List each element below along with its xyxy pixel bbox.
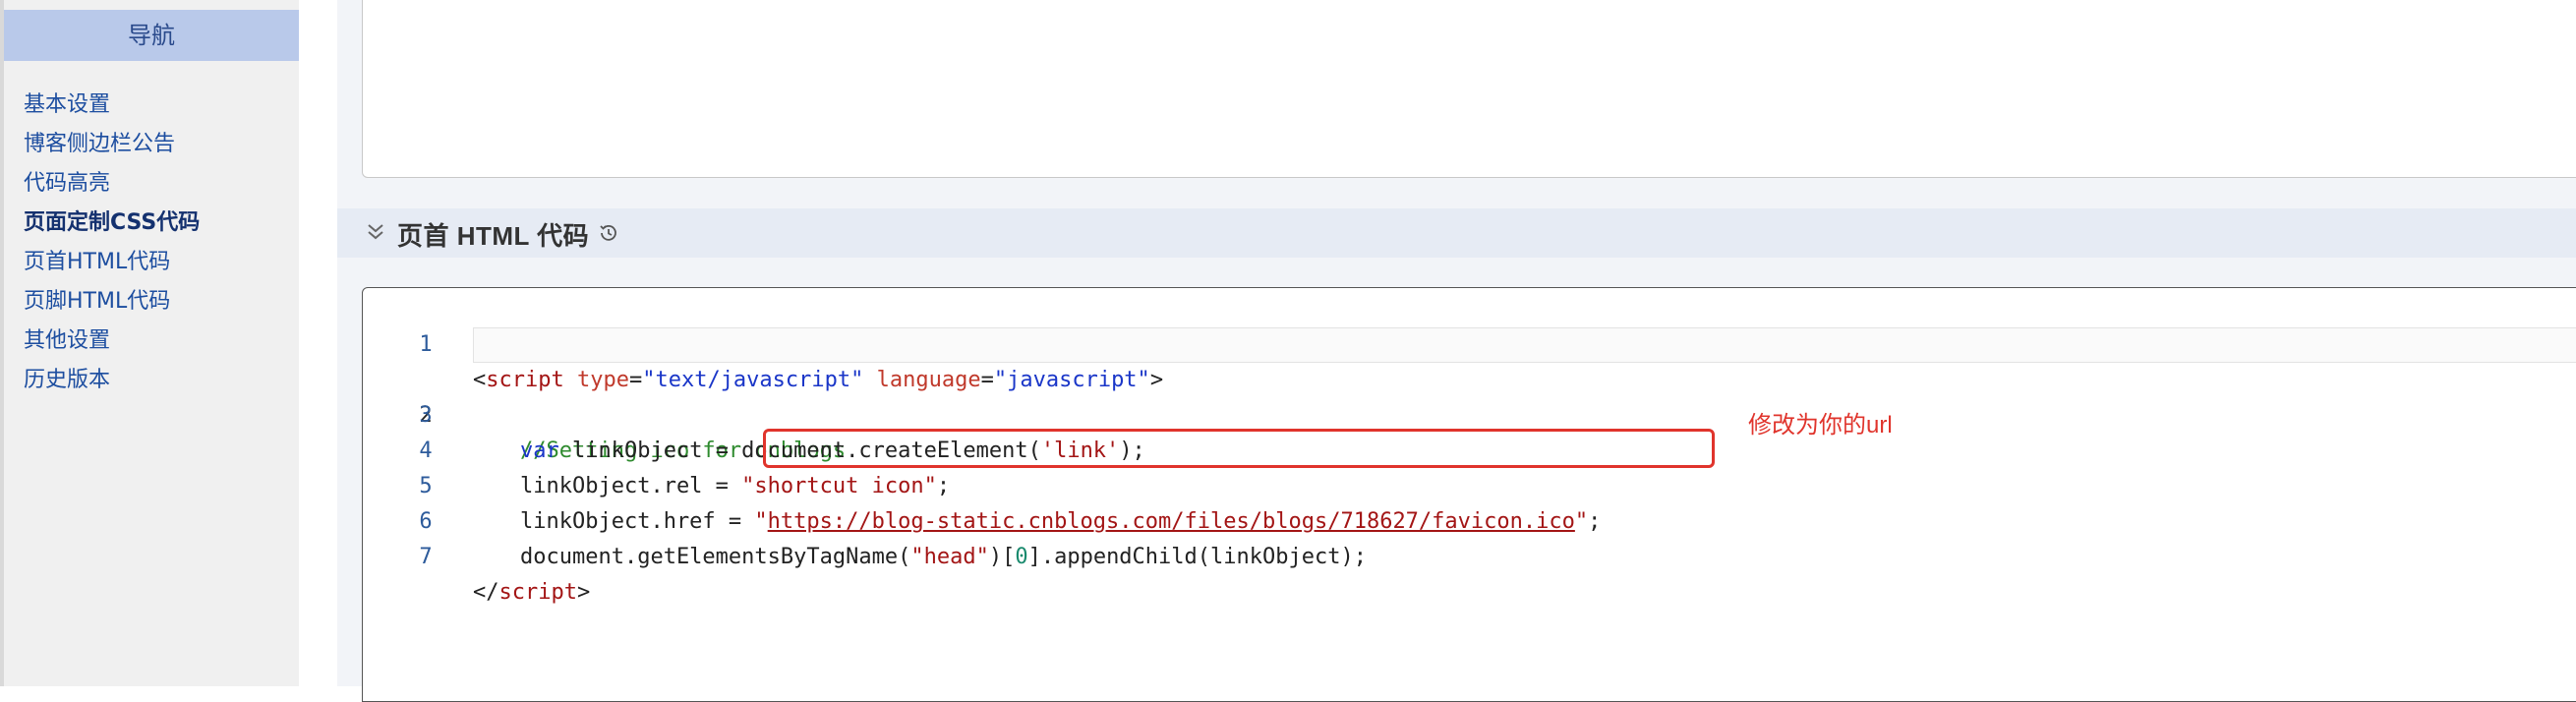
double-chevron-down-icon[interactable] [364,220,387,244]
code-line: 6 document.getElementsByTagName("head")[… [363,469,2576,569]
annotation-highlight-box [763,429,1715,468]
code-line: 3 var linkObject = document.createElemen… [363,363,2576,463]
line-number: 7 [419,545,433,569]
code-line-active: 2 //Setting ico for cnblogs [363,327,2576,463]
code-line: 7 </script> [363,504,2576,605]
sidebar-item-footer-html[interactable]: 页脚HTML代码 [24,283,170,315]
section-header [337,208,2576,258]
nav-header: 导航 [4,10,299,61]
sidebar-item-history[interactable]: 历史版本 [24,362,110,393]
code-editor[interactable]: 1 <script type="text/javascript" languag… [362,287,2576,702]
history-icon[interactable] [598,222,619,244]
previous-editor-box[interactable] [362,0,2576,178]
sidebar-item-sidebar-notice[interactable]: 博客侧边栏公告 [24,126,175,157]
sidebar-item-page-css[interactable]: 页面定制CSS代码 [24,205,200,236]
sidebar-item-header-html[interactable]: 页首HTML代码 [24,244,170,275]
sidebar-item-other-settings[interactable]: 其他设置 [24,322,110,354]
sidebar-item-code-highlight[interactable]: 代码高亮 [24,165,110,197]
code-line: 1 <script type="text/javascript" languag… [363,292,2576,392]
section-title: 页首 HTML 代码 [397,221,590,251]
annotation-text: 修改为你的url [1748,412,1893,439]
sidebar-item-basic-settings[interactable]: 基本设置 [24,87,110,118]
